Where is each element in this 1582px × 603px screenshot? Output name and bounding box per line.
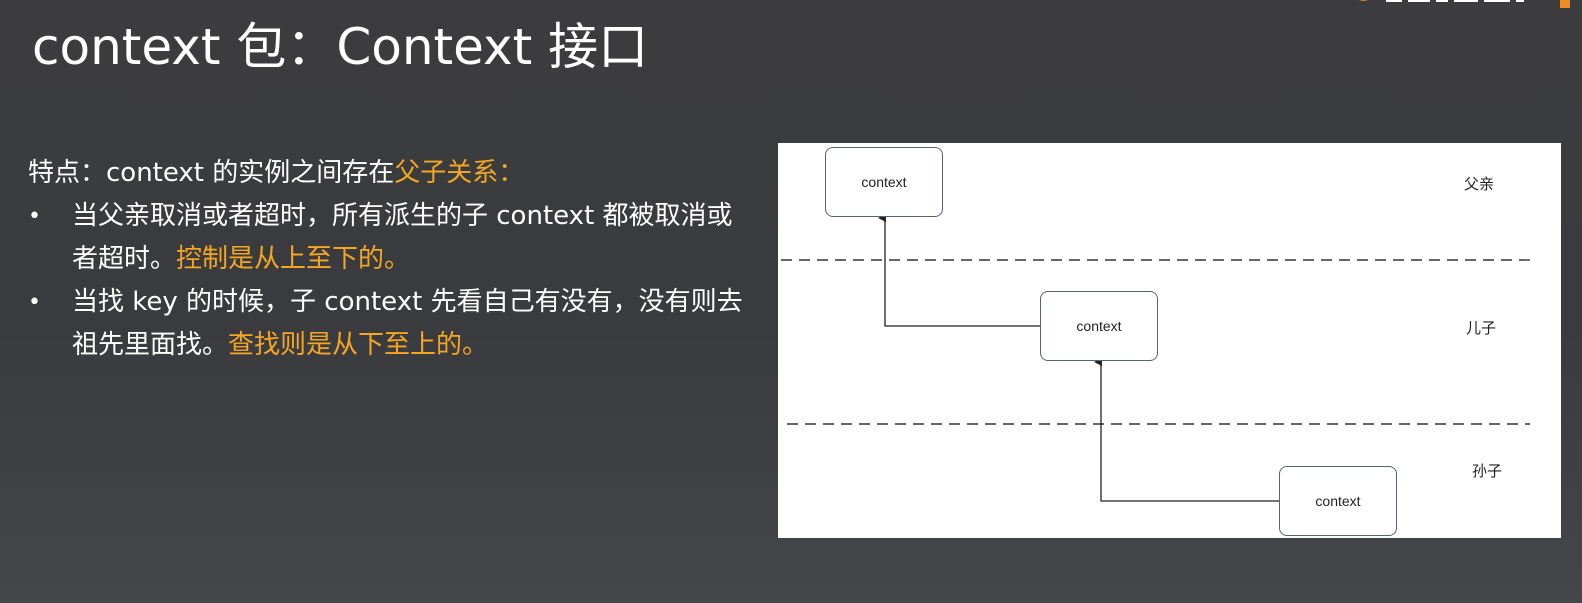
slide-content: 特点：context 的实例之间存在父子关系： • 当父亲取消或者超时，所有派生… [28,152,748,367]
slide-title: context 包：Context 接口 [32,18,649,76]
brand-logo [1344,0,1570,12]
parent-context-box: context [825,147,943,217]
level-label-child: 儿子 [1466,319,1497,337]
logo-mark-icon [1344,0,1378,12]
grandchild-to-child-arrow [1094,358,1279,502]
child-context-box: context [1040,291,1158,361]
logo-text-graphic [1384,0,1554,12]
bullet-item: • 当父亲取消或者超时，所有派生的子 context 都被取消或者超时。控制是从… [28,195,748,281]
lead-text: 特点：context 的实例之间存在 [28,158,395,188]
level-label-parent: 父亲 [1464,175,1495,193]
bullet-dot: • [28,290,41,315]
child-to-parent-arrow [878,214,1040,327]
bullet-item: • 当找 key 的时候，子 context 先看自己有没有，没有则去祖先里面找… [28,281,748,367]
lead-highlight: 父子关系： [394,158,525,188]
logo-badge-icon [1560,0,1570,8]
bullet-list: • 当父亲取消或者超时，所有派生的子 context 都被取消或者超时。控制是从… [28,195,748,367]
context-tree-diagram: context context context 父亲 儿子 孙子 [778,143,1561,538]
bullet-dot: • [28,204,41,229]
slide: context 包：Context 接口 特点：context 的实例之间存在父… [0,0,1582,603]
bullet-highlight: 查找则是从下至上的。 [228,330,489,360]
bullet-highlight: 控制是从上至下的。 [176,244,411,274]
lead-line: 特点：context 的实例之间存在父子关系： [28,152,748,195]
level-label-grandchild: 孙子 [1472,462,1503,480]
grandchild-context-box: context [1279,466,1397,536]
